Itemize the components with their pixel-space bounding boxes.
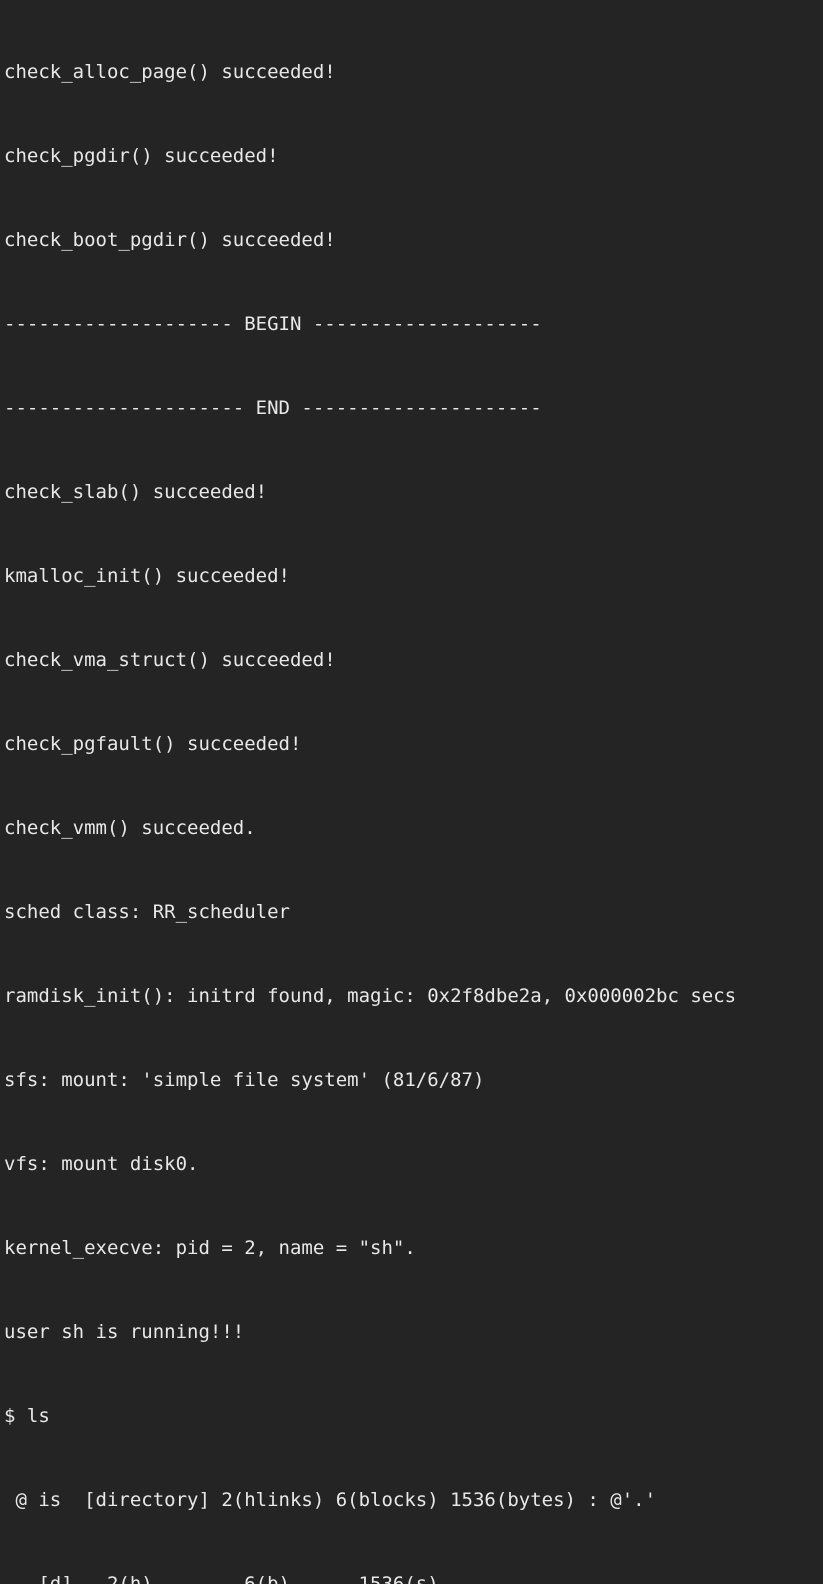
console-line: check_vmm() succeeded.: [4, 817, 256, 839]
console-line: kmalloc_init() succeeded!: [4, 565, 290, 587]
terminal-console[interactable]: check_alloc_page() succeeded! check_pgdi…: [0, 0, 823, 1584]
console-line: sched class: RR_scheduler: [4, 901, 290, 923]
listing-header: @ is [directory] 2(hlinks) 6(blocks) 153…: [4, 1489, 657, 1511]
console-line-begin-separator: -------------------- BEGIN -------------…: [4, 313, 542, 335]
console-line-ramdisk-init: ramdisk_init(): initrd found, magic: 0x2…: [4, 985, 737, 1007]
console-line: check_alloc_page() succeeded!: [4, 61, 336, 83]
console-line-sfs-mount: sfs: mount: 'simple file system' (81/6/8…: [4, 1069, 485, 1091]
console-line: check_pgfault() succeeded!: [4, 733, 302, 755]
console-line-end-separator: --------------------- END --------------…: [4, 397, 542, 419]
console-line-shell-running: user sh is running!!!: [4, 1321, 245, 1343]
console-line: check_slab() succeeded!: [4, 481, 268, 503]
listing-row: [d] 2(h) 6(b) 1536(s) .: [4, 1573, 485, 1584]
console-line-kernel-execve: kernel_execve: pid = 2, name = "sh".: [4, 1237, 416, 1259]
console-line: check_vma_struct() succeeded!: [4, 649, 336, 671]
console-line-vfs-mount: vfs: mount disk0.: [4, 1153, 199, 1175]
command-line-ls: $ ls: [4, 1405, 50, 1427]
console-line: check_pgdir() succeeded!: [4, 145, 279, 167]
console-line: check_boot_pgdir() succeeded!: [4, 229, 336, 251]
